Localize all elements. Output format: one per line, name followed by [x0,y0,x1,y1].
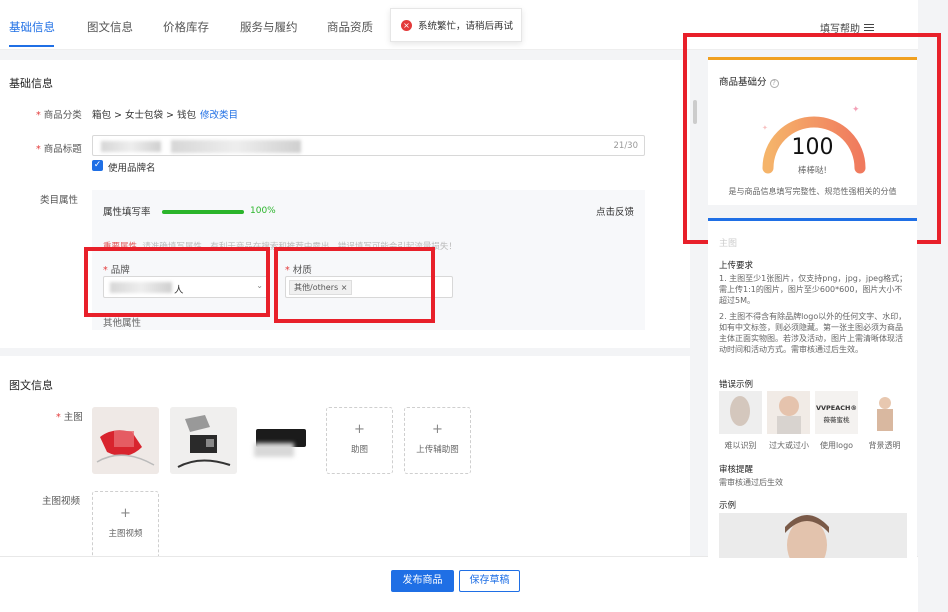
wrong-example-2: 过大或过小 [769,441,809,450]
feedback-link[interactable]: 点击反馈 [596,204,634,218]
wrong-example-3: 使用logo [819,441,854,450]
main-image-2[interactable] [170,407,237,474]
blurred-title-text [171,140,301,153]
rules-card: 主图 上传要求 1. 主图至少1张图片，仅支持png，jpg，jpeg格式；需上… [708,218,917,558]
upload-aux-partial-label: 助图 [350,445,368,455]
highlight-box-brand [84,247,270,317]
main-form: 基础信息 * 商品分类 箱包 > 女士包袋 > 钱包 修改类目 * 商品标题 21/3… [0,60,690,556]
category-path: 箱包 > 女士包袋 > 钱包 [92,110,196,121]
audit-text: 需审核通过后生效 [719,478,783,487]
tab-price-stock[interactable]: 价格库存 [163,19,209,35]
example-transparent-image [863,391,906,434]
highlight-box-material [274,247,435,323]
title-input[interactable]: 21/30 [92,135,645,156]
active-tab-indicator [9,45,54,47]
title-label: * 商品标题 [36,144,82,155]
category-value: 箱包 > 女士包袋 > 钱包 修改类目 [92,107,238,121]
publish-button[interactable]: 发布商品 [391,570,454,592]
main-image-1[interactable] [92,407,159,474]
rules-title: 主图 [719,239,738,249]
plus-icon: + [354,422,365,437]
section-title-media: 图文信息 [9,379,53,392]
wallet-black-image [170,407,237,474]
error-icon: × [401,19,412,31]
example-title: 示例 [719,501,737,511]
plus-icon: + [432,422,443,437]
upload-aux-image-partial[interactable]: + 助图 [326,407,393,474]
example-model-image [719,513,907,558]
video-label: 主图视频 [42,496,81,507]
wallet-black-flat-image [248,407,315,474]
plus-icon: + [120,506,131,521]
example-size-image [767,391,810,434]
fill-rate-bar [162,210,244,214]
other-attrs-label: 其他属性 [103,318,142,329]
fill-rate-value: 100% [250,206,276,216]
tab-service-fulfillment[interactable]: 服务与履约 [240,19,298,35]
tab-qualification[interactable]: 商品资质 [327,19,373,35]
upload-req-title: 上传要求 [719,261,754,271]
brand-checkbox[interactable]: ✓ [92,160,103,171]
main-image-label: * 主图 [56,412,83,423]
highlight-box-score [683,33,941,244]
upload-video[interactable]: + 主图视频 [92,491,159,556]
fill-rate-bar-fill [162,210,244,214]
list-icon [864,22,874,33]
brand-checkbox-label: 使用品牌名 [108,163,156,174]
upload-req-2: 2. 主图不得含有除品牌logo以外的任何文字、水印，如有中文标签，则必须隐藏。… [719,312,907,354]
logo-text-en: VVPEACH® [815,404,857,412]
tab-media-info[interactable]: 图文信息 [87,19,133,35]
example-blurry-image [719,391,762,434]
upload-video-label: 主图视频 [108,529,143,539]
category-label: * 商品分类 [36,110,82,121]
toast-message: 系统繁忙，请稍后再试 [418,21,514,32]
tab-basic-info[interactable]: 基础信息 [9,19,55,35]
blurred-title-text [101,141,161,152]
title-counter: 21/30 [613,141,639,151]
upload-req-1: 1. 主图至少1张图片，仅支持png，jpg，jpeg格式；需上传1:1的图片，… [719,274,908,305]
logo-text-cn: 薇薇蜜桃 [823,416,850,424]
section-title-basic: 基础信息 [9,77,53,90]
fill-rate-label: 属性填写率 [103,207,151,218]
wrong-example-4: 背景透明 [868,441,901,450]
upload-aux-label: 上传辅助图 [416,445,459,455]
section-divider [0,348,690,356]
main-image-3[interactable] [248,407,315,474]
bottom-action-bar: 发布商品 保存草稿 [0,556,918,612]
wallet-red-image [92,407,159,474]
save-draft-button[interactable]: 保存草稿 [459,570,520,592]
upload-aux-image[interactable]: + 上传辅助图 [404,407,471,474]
example-logo-image: VVPEACH® 薇薇蜜桃 [815,391,858,434]
wrong-examples-title: 错误示例 [719,380,754,390]
attr-label: 类目属性 [40,195,79,206]
wrong-example-1: 难以识别 [724,441,757,450]
audit-title: 审核提醒 [719,465,754,475]
error-toast: × 系统繁忙，请稍后再试 [390,8,522,42]
edit-category-link[interactable]: 修改类目 [200,110,238,121]
